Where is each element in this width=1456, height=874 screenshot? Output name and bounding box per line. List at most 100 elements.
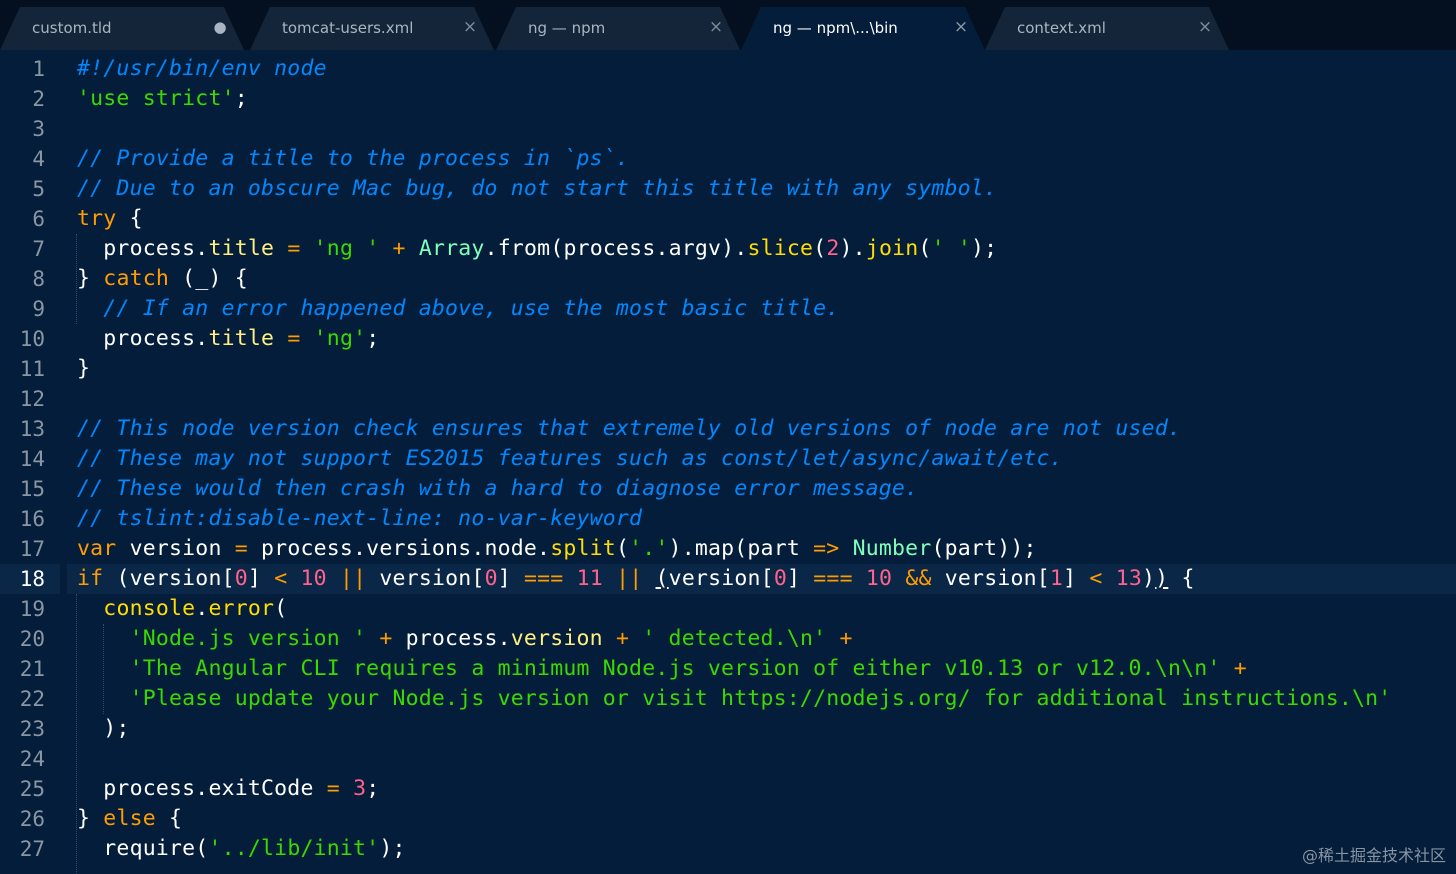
code-line[interactable]: #!/usr/bin/env node [77,54,1456,84]
code-line[interactable]: // Due to an obscure Mac bug, do not sta… [77,174,1456,204]
line-number: 2 [32,87,45,111]
code-token: 1 [1049,566,1064,591]
line-number: 25 [19,777,45,801]
code-token: ' ' [931,236,971,261]
code-token: 0 [234,566,248,591]
code-token: // This node version check ensures that … [77,416,1182,441]
code-token: version[ [668,566,774,591]
code-line[interactable]: // These may not support ES2015 features… [77,444,1456,474]
code-token: process.versions.node. [247,536,551,561]
code-token: === [813,566,853,591]
code-line[interactable]: console.error( [77,594,1456,624]
close-icon[interactable]: × [1197,17,1213,37]
code-line[interactable]: // If an error happened above, use the m… [77,294,1456,324]
line-number: 18 [0,564,60,594]
code-line[interactable]: process.title = 'ng ' + Array.from(proce… [77,234,1456,264]
tab-tomcat-users-xml[interactable]: tomcat-users.xml × [250,7,494,50]
code-token: process. [392,626,511,651]
line-number: 11 [19,357,45,381]
code-line[interactable]: // Provide a title to the process in `ps… [77,144,1456,174]
code-token: 10 [300,566,327,591]
line-number: 5 [32,177,45,201]
code-line[interactable]: } catch (_) { [77,264,1456,294]
tab-context-xml[interactable]: context.xml × [985,7,1229,50]
code-line[interactable]: 'Please update your Node.js version or v… [77,684,1456,714]
code-token: . [195,596,209,621]
line-number: 17 [19,537,45,561]
code-line[interactable]: // tslint:disable-next-line: no-var-keyw… [77,504,1456,534]
code-line[interactable]: } else { [77,804,1456,834]
code-line[interactable]: process.title = 'ng'; [77,324,1456,354]
code-line[interactable]: var version = process.versions.node.spli… [77,534,1456,564]
code-token: ( [655,566,669,591]
code-line[interactable] [77,114,1456,144]
code-line[interactable]: 'The Angular CLI requires a minimum Node… [77,654,1456,684]
code-token: // Due to an obscure Mac bug, do not sta… [77,176,998,201]
code-line[interactable]: // These would then crash with a hard to… [77,474,1456,504]
code-token: version [116,536,235,561]
code-line[interactable]: } [77,354,1456,384]
close-icon[interactable]: × [462,17,478,37]
code-line[interactable]: 'use strict'; [77,84,1456,114]
code-editor[interactable]: 1 2 3 4 5 6 7 8 9 10 11 12 13 14 15 16 17 18 19 20 21 22 23 24 2… [0,50,1456,874]
unsaved-dot-icon[interactable]: ● [212,18,228,36]
code-token: + [615,626,630,651]
line-number: 22 [19,687,45,711]
code-token: join [865,236,919,261]
code-token: ; [366,326,380,351]
code-token: && [905,566,932,591]
code-line[interactable]: require('../lib/init'); [77,834,1456,864]
code-token: version[ [931,566,1050,591]
line-number: 23 [19,717,45,741]
line-number: 4 [32,147,45,171]
code-token: process. [77,326,209,351]
line-number: 14 [19,447,45,471]
code-token: 'The Angular CLI requires a minimum Node… [129,656,1221,681]
code-token: } [77,806,104,831]
code-token: else [103,806,156,831]
code-token: 11 [576,566,603,591]
code-area[interactable]: #!/usr/bin/env node 'use strict'; // Prov… [67,54,1456,864]
close-icon[interactable]: × [953,17,969,37]
code-token: (version[ [103,566,235,591]
code-token: ).map(part [668,536,814,561]
code-line[interactable]: if (version[0] < 10 || version[0] === 11… [67,564,1456,594]
code-token: ; [234,86,248,111]
code-token: split [550,536,616,561]
code-line[interactable] [77,744,1456,774]
line-number: 8 [32,267,45,291]
code-token: = [287,326,301,351]
code-line[interactable] [77,384,1456,414]
code-line[interactable]: // This node version check ensures that … [77,414,1456,444]
line-number: 13 [19,417,45,441]
close-icon[interactable]: × [708,17,724,37]
code-line[interactable]: try { [77,204,1456,234]
code-token: { [1168,566,1195,591]
code-token: } [77,266,104,291]
code-line[interactable]: 'Node.js version ' + process.version + '… [77,624,1456,654]
line-number: 1 [32,57,45,81]
tab-ng-npm[interactable]: ng — npm × [496,7,740,50]
tab-custom-tld[interactable]: custom.tld ● [0,7,244,50]
code-token: version[ [366,566,485,591]
tab-ng-npm-bin[interactable]: ng — npm\...\bin × [741,7,985,50]
code-token: ); [77,716,130,741]
code-line[interactable]: ); [77,714,1456,744]
code-line[interactable]: process.exitCode = 3; [77,774,1456,804]
code-token: title [208,326,275,351]
line-number: 3 [32,117,45,141]
code-token: // tslint:disable-next-line: no-var-keyw… [77,506,643,531]
code-token: { [155,806,183,831]
line-number: 16 [19,507,45,531]
